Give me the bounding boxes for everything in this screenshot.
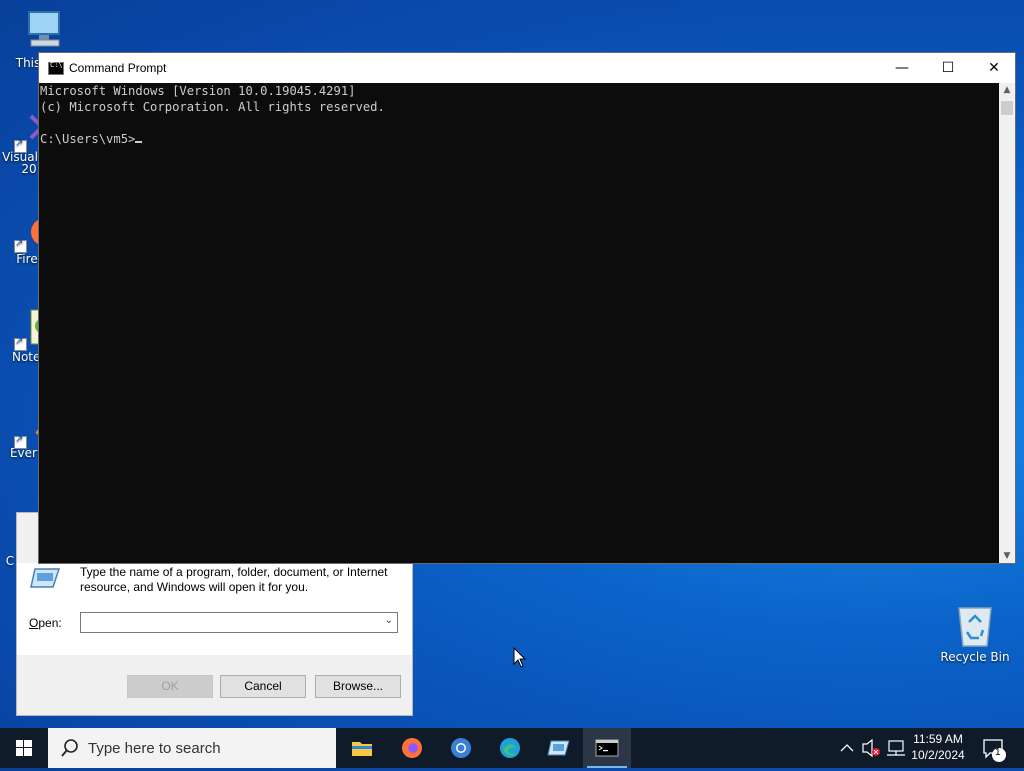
notification-count: 1 — [995, 747, 1001, 758]
console-prompt: C:\Users\vm5> — [40, 132, 136, 146]
cmd-app-icon[interactable] — [48, 61, 64, 75]
shortcut-arrow-icon — [14, 238, 27, 253]
recycle-bin-icon — [958, 607, 992, 647]
scroll-down-icon[interactable]: ▼ — [999, 551, 1015, 561]
console-line: Microsoft Windows [Version 10.0.19045.42… — [40, 84, 356, 98]
shortcut-arrow-icon — [14, 138, 27, 153]
taskbar: Type here to search 11:59 AM 10/2/2024 1 — [0, 728, 1024, 768]
edge-icon — [500, 738, 520, 758]
command-prompt-window: Command Prompt — ☐ ✕ Microsoft Windows [… — [38, 52, 1016, 564]
shortcut-arrow-icon — [14, 336, 27, 351]
close-button[interactable]: ✕ — [971, 53, 1017, 83]
windows-logo-icon — [16, 740, 32, 756]
desktop-icon-recycle-bin[interactable]: Recycle Bin — [938, 602, 1012, 664]
taskbar-edge[interactable] — [486, 728, 534, 768]
ok-button[interactable]: OK — [127, 675, 213, 698]
search-placeholder: Type here to search — [88, 740, 221, 757]
cmd-icon — [595, 739, 619, 757]
computer-icon — [28, 11, 60, 47]
console-line: (c) Microsoft Corporation. All rights re… — [40, 100, 385, 114]
clock-time: 11:59 AM — [913, 732, 963, 746]
start-button[interactable] — [0, 728, 48, 768]
run-description: Type the name of a program, folder, docu… — [80, 565, 388, 594]
taskbar-search-box[interactable]: Type here to search — [48, 728, 336, 768]
vertical-scrollbar[interactable]: ▲ ▼ — [999, 83, 1015, 563]
search-icon — [61, 739, 78, 757]
mouse-pointer-icon — [513, 647, 527, 668]
taskbar-chrome[interactable] — [437, 728, 485, 768]
recycle-bin-label: Recycle Bin — [940, 650, 1010, 664]
minimize-button[interactable]: — — [879, 53, 925, 83]
scroll-up-icon[interactable]: ▲ — [999, 85, 1015, 95]
window-title: Command Prompt — [69, 61, 167, 75]
text-cursor — [135, 141, 143, 143]
console-output[interactable]: Microsoft Windows [Version 10.0.19045.42… — [39, 83, 1000, 563]
file-explorer-icon — [352, 742, 372, 756]
action-center-button[interactable]: 1 — [980, 728, 1024, 768]
run-icon — [30, 568, 61, 588]
clock-date: 10/2/2024 — [911, 748, 965, 762]
chevron-down-icon[interactable]: ⌄ — [385, 615, 393, 626]
taskbar-file-explorer[interactable] — [338, 728, 386, 768]
shortcut-arrow-icon — [14, 434, 27, 449]
scrollbar-thumb[interactable] — [1001, 101, 1013, 115]
cmd-titlebar[interactable]: Command Prompt — ☐ ✕ — [39, 53, 1015, 83]
run-icon — [547, 740, 570, 756]
open-label: Open: — [29, 616, 62, 630]
cancel-button[interactable]: Cancel — [220, 675, 306, 698]
notification-icon — [983, 739, 1006, 762]
taskbar-run[interactable] — [535, 728, 583, 768]
taskbar-clock[interactable]: 11:59 AM 10/2/2024 — [900, 731, 976, 763]
taskbar-command-prompt[interactable] — [583, 728, 631, 768]
firefox-icon — [402, 738, 422, 758]
maximize-button[interactable]: ☐ — [925, 53, 971, 83]
volume-muted-icon[interactable] — [860, 728, 882, 768]
show-hidden-icons-icon[interactable] — [838, 728, 856, 768]
taskbar-firefox[interactable] — [388, 728, 436, 768]
browse-button[interactable]: Browse... — [315, 675, 401, 698]
chrome-icon — [451, 738, 471, 758]
open-combobox[interactable]: ⌄ — [80, 612, 398, 633]
